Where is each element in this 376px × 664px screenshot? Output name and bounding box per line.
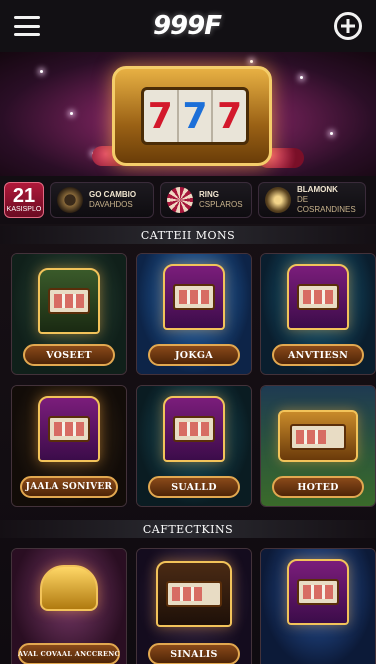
promo-label: KASISPLO xyxy=(6,206,42,213)
gem-icon xyxy=(265,187,291,213)
casino-chip-icon xyxy=(57,187,83,213)
game-tile[interactable]: VOSEET xyxy=(11,253,127,375)
promo-subtitle: DE COSRANDINES xyxy=(297,195,356,214)
game-tile[interactable]: AVAL COVAAL ANCCRENC xyxy=(11,548,127,664)
section-header: CAFTECTKINS xyxy=(0,520,376,538)
slot-machine-icon xyxy=(163,264,225,330)
treasure-chest-icon xyxy=(278,410,358,462)
game-play-button[interactable]: SINALIS xyxy=(148,643,240,664)
plus-circle-icon[interactable] xyxy=(333,12,362,40)
brand-logo[interactable]: 999F xyxy=(153,11,222,41)
slot-machine-icon xyxy=(287,559,349,625)
game-play-button[interactable]: SUALLD xyxy=(148,476,240,498)
slot-reels: 7 7 7 xyxy=(141,87,249,145)
hamburger-menu-icon[interactable] xyxy=(14,16,40,36)
slot-machine-banner: 7 7 7 xyxy=(112,66,272,166)
game-play-button[interactable]: AVAL COVAAL ANCCRENC xyxy=(18,643,120,664)
game-tile[interactable]: SUALLD xyxy=(136,385,252,507)
promo-title: BLAMONK xyxy=(297,185,338,194)
reel: 7 xyxy=(144,90,179,142)
section-title: CAFTECTKINS xyxy=(142,522,234,536)
game-tile[interactable]: SINALIS xyxy=(136,548,252,664)
game-play-button[interactable]: JAALA SONIVER xyxy=(20,476,118,498)
promo-card[interactable]: RING CSPLAROS xyxy=(160,182,252,218)
game-play-button[interactable]: HOTED xyxy=(272,476,364,498)
hero-banner[interactable]: 7 7 7 xyxy=(0,52,376,176)
game-play-button[interactable]: JOKGA xyxy=(148,344,240,366)
promo-card[interactable]: 21 KASISPLO xyxy=(4,182,44,218)
game-tile[interactable]: JAALA SONIVER xyxy=(11,385,127,507)
game-tile[interactable]: HOTED xyxy=(260,385,376,507)
promo-subtitle: CSPLAROS xyxy=(199,200,243,209)
game-tile[interactable] xyxy=(260,548,376,664)
slot-machine-icon xyxy=(287,264,349,330)
top-header: 999F xyxy=(0,0,376,52)
promo-card[interactable]: BLAMONK DE COSRANDINES xyxy=(258,182,366,218)
promo-number: 21 xyxy=(12,185,36,207)
promo-strip: 21 KASISPLO GO CAMBIO DAVAHDOS RING CSPL… xyxy=(0,176,376,224)
slot-machine-icon xyxy=(38,396,100,462)
promo-card[interactable]: GO CAMBIO DAVAHDOS xyxy=(50,182,154,218)
casino-app: 999F 7 7 7 21 KASISPLO GO CAMBIO DAVAHDO… xyxy=(0,0,376,664)
game-play-button[interactable]: ANVTIESN xyxy=(272,344,364,366)
section-header: CATTEII MONS xyxy=(0,226,376,244)
game-play-button[interactable]: VOSEET xyxy=(23,344,115,366)
promo-title: GO CAMBIO xyxy=(89,190,137,199)
golden-lamp-icon xyxy=(40,565,98,611)
game-tile[interactable]: JOKGA xyxy=(136,253,252,375)
reel: 7 xyxy=(217,95,243,137)
slot-machine-icon xyxy=(163,396,225,462)
slot-machine-icon xyxy=(38,268,100,334)
promo-subtitle: DAVAHDOS xyxy=(89,200,133,209)
promo-title: RING xyxy=(199,190,219,199)
slot-machine-icon xyxy=(156,561,232,627)
game-tile[interactable]: ANVTIESN xyxy=(260,253,376,375)
section-title: CATTEII MONS xyxy=(140,228,236,242)
reel: 7 xyxy=(179,90,214,142)
roulette-icon xyxy=(167,187,193,213)
